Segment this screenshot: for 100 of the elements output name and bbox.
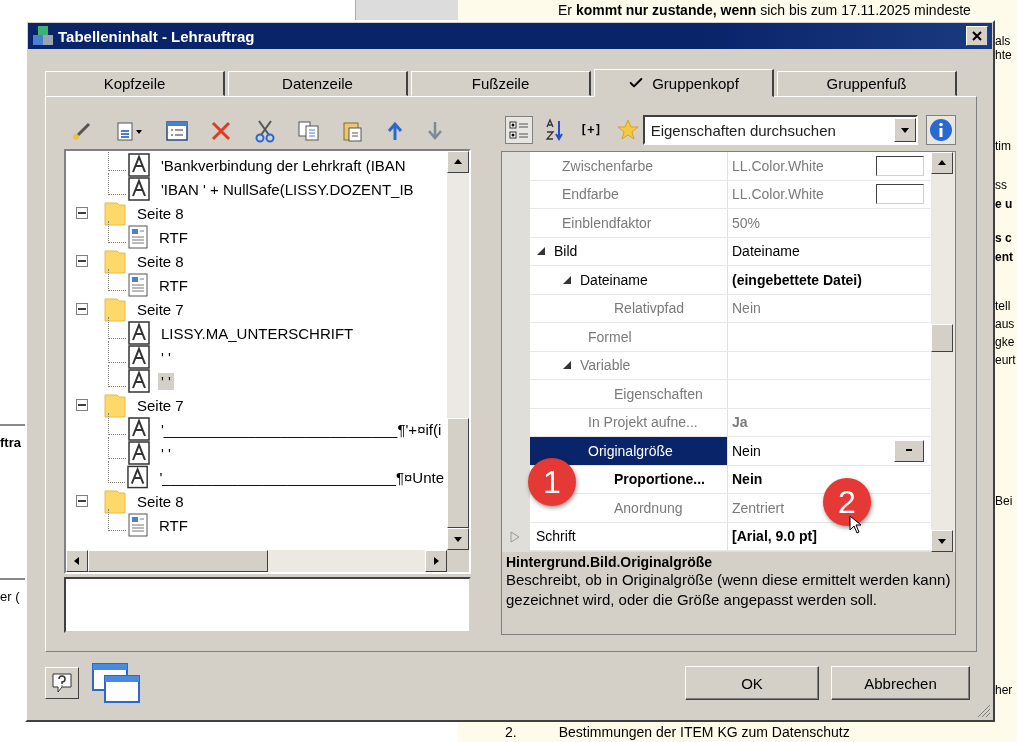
property-row[interactable]: In Projekt aufne... Ja [530, 408, 931, 437]
tree-item[interactable]: RTF [66, 225, 447, 249]
property-row[interactable]: Bild Dateiname [530, 237, 931, 266]
categorized-icon[interactable] [505, 116, 533, 144]
tree-label: ' ' [158, 372, 174, 390]
property-row[interactable]: Variable [530, 351, 931, 380]
text-field[interactable] [64, 577, 471, 633]
collapse-toggle[interactable] [76, 495, 88, 507]
collapse-toggle[interactable] [76, 303, 88, 315]
close-button[interactable] [966, 26, 988, 46]
property-value[interactable]: Nein [732, 441, 761, 460]
tree-label: Seite 7 [136, 396, 185, 414]
scroll-thumb[interactable] [447, 418, 469, 528]
tab[interactable]: Fußzeile [411, 71, 591, 96]
cancel-button[interactable]: Abbrechen [831, 666, 970, 700]
tree-item[interactable]: ' ' [66, 441, 447, 465]
scroll-thumb[interactable] [931, 324, 953, 352]
search-field[interactable]: Eigenschaften durchsuchen [642, 115, 918, 145]
property-value[interactable]: Zentriert [732, 498, 785, 517]
scrollbar[interactable] [447, 151, 469, 550]
minus-icon [78, 209, 86, 217]
tree-item[interactable]: '____________________________¶¤Unte [66, 465, 447, 489]
document-text: gke [995, 335, 1016, 349]
property-value[interactable]: LL.Color.White [732, 185, 824, 204]
scrollbar[interactable] [66, 550, 447, 572]
minus-icon [78, 257, 86, 265]
property-value[interactable]: LL.Color.White [732, 156, 824, 175]
window-title: Tabelleninhalt - Lehrauftrag [58, 27, 256, 45]
property-value[interactable]: (eingebettete Datei) [732, 270, 862, 289]
folder-icon [104, 248, 126, 274]
tree-connector [108, 341, 126, 363]
tree-item[interactable]: Seite 7 [66, 393, 447, 417]
tree-connector [108, 317, 126, 339]
tree-item[interactable]: 'Bankverbindung der Lehrkraft (IBAN [66, 153, 447, 177]
tree-label: Seite 7 [136, 300, 185, 318]
property-row[interactable]: Relativpfad Nein [530, 294, 931, 323]
text-field-icon [127, 465, 149, 489]
windows-icon[interactable] [91, 662, 141, 704]
document-icon [128, 513, 148, 537]
property-value[interactable]: Nein [732, 470, 763, 489]
tree-item[interactable]: Seite 8 [66, 489, 447, 513]
property-row[interactable]: Eigenschaften [530, 380, 931, 409]
tree-item[interactable]: ' ' [66, 345, 447, 369]
property-value[interactable]: 50% [732, 213, 761, 232]
scrollbar[interactable] [931, 152, 955, 552]
tree-item[interactable]: Seite 8 [66, 201, 447, 225]
property-row[interactable]: Dateiname (eingebettete Datei) [530, 266, 931, 295]
tree-label: ' ' [160, 348, 172, 366]
resize-grip-icon[interactable] [977, 704, 991, 718]
info-icon[interactable] [926, 115, 956, 145]
collapse-arrow-icon[interactable] [562, 360, 572, 371]
tree-item[interactable]: Seite 8 [66, 249, 447, 273]
collapse-arrow-icon[interactable] [562, 274, 572, 285]
ok-button[interactable]: OK [685, 666, 819, 700]
background-text: er ( [0, 588, 20, 604]
tab[interactable]: Gruppenkopf [594, 69, 774, 97]
minus-icon [78, 305, 86, 313]
property-row[interactable]: Originalgröße Nein [530, 437, 931, 466]
document-text: Er kommt nur zustande, wenn sich bis zum 17.11.2025 mindeste [558, 2, 972, 18]
property-value[interactable]: Nein [732, 299, 761, 318]
collapse-arrow-icon[interactable] [536, 246, 546, 257]
text-field-icon [128, 321, 150, 345]
text-field-icon [128, 153, 150, 177]
property-row[interactable]: Einblendfaktor 50% [530, 209, 931, 238]
property-name: Anordnung [614, 498, 683, 517]
tree-label: '____________________________¶'+¤if(i [160, 420, 443, 438]
tab[interactable]: Kopfzeile [45, 71, 225, 96]
tab[interactable]: Gruppenfuß [777, 71, 957, 96]
cursor-icon [849, 515, 863, 535]
tree-item[interactable]: ' ' [66, 369, 447, 393]
dropdown-button[interactable] [894, 439, 924, 462]
collapse-toggle[interactable] [76, 207, 88, 219]
property-name: Proportione... [614, 470, 705, 489]
expand-all-button[interactable]: [+] [577, 120, 605, 140]
tab[interactable]: Datenzeile [228, 71, 408, 96]
tree-item[interactable]: '____________________________¶'+¤if(i [66, 417, 447, 441]
scroll-thumb[interactable] [88, 550, 268, 572]
property-value[interactable]: Ja [732, 413, 748, 432]
help-button[interactable] [45, 667, 79, 699]
tree-item[interactable]: RTF [66, 513, 447, 537]
property-row[interactable]: Zwischenfarbe LL.Color.White [530, 152, 931, 181]
tree-item[interactable]: 'IBAN ' + NullSafe(LISSY.DOZENT_IB [66, 177, 447, 201]
property-value[interactable]: [Arial, 9.0 pt] [732, 527, 817, 546]
tree-item[interactable]: LISSY.MA_UNTERSCHRIFT [66, 321, 447, 345]
tree-label: LISSY.MA_UNTERSCHRIFT [160, 324, 355, 342]
tree-connector [108, 221, 126, 243]
document-text: Bei [995, 494, 1014, 508]
background-text: ftra [0, 434, 21, 450]
tree-label: RTF [158, 228, 189, 246]
collapse-toggle[interactable] [76, 399, 88, 411]
text-field-icon [128, 369, 150, 393]
tree-item[interactable]: RTF [66, 273, 447, 297]
property-row[interactable]: Formel [530, 323, 931, 352]
property-value[interactable]: Dateiname [732, 242, 800, 261]
tree-connector [108, 509, 126, 531]
collapse-toggle[interactable] [76, 255, 88, 267]
tree-item[interactable]: Seite 7 [66, 297, 447, 321]
dropdown-button[interactable] [894, 118, 916, 142]
property-row[interactable]: Endfarbe LL.Color.White [530, 180, 931, 209]
description-text: Beschreibt, ob in Originalgröße (wenn diese ermittelt werden kann) gezeichnet wird, oder die Größe angepasst werden soll. [506, 570, 951, 610]
